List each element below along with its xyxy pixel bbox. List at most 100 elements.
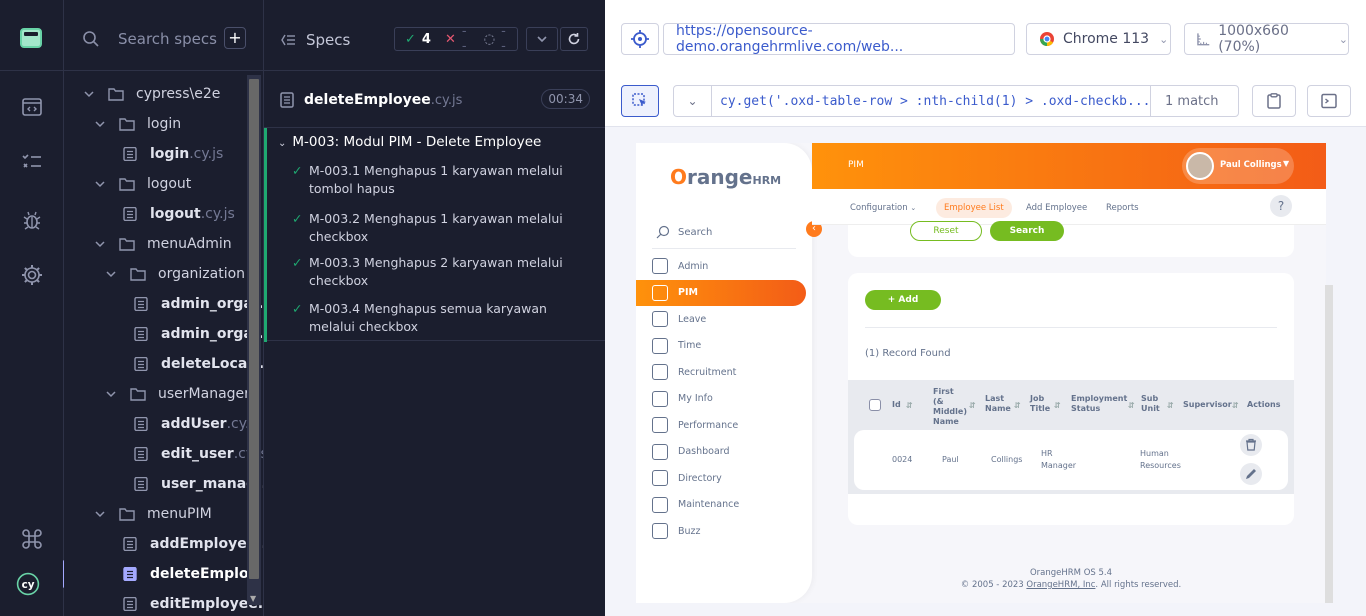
tree-folder[interactable]: cypress\e2e	[82, 79, 220, 109]
tab-employee-list[interactable]: Employee List	[936, 198, 1012, 218]
sort-icon[interactable]: ⇵	[1014, 401, 1021, 411]
settings-gear-icon[interactable]	[20, 263, 44, 287]
delete-button[interactable]	[1240, 434, 1262, 456]
copy-selector-button[interactable]	[1252, 85, 1296, 117]
tree-spec-file[interactable]: login .cy.js	[122, 139, 223, 169]
add-employee-button[interactable]: + Add	[865, 290, 941, 310]
rerun-button[interactable]	[560, 27, 588, 51]
sidebar-item-maintenance[interactable]: Maintenance	[636, 492, 806, 518]
search-button[interactable]: Search	[990, 221, 1064, 241]
header-job-title[interactable]: Job Title	[1030, 394, 1052, 414]
test-item[interactable]: ✓ M-003.1 Menghapus 1 karyawan melalui to…	[292, 162, 592, 198]
chevron-down-icon	[106, 391, 116, 398]
header-sub-unit[interactable]: Sub Unit	[1141, 394, 1163, 414]
selector-method-dropdown[interactable]: ⌄	[674, 86, 712, 116]
sort-icon[interactable]: ⇵	[1054, 401, 1061, 411]
tree-spec-file[interactable]: logout .cy.js	[122, 199, 235, 229]
sort-icon[interactable]: ⇵	[1128, 401, 1135, 411]
test-item[interactable]: ✓ M-003.3 Menghapus 2 karyawan melalui ch…	[292, 254, 592, 290]
passed-check-icon: ✓	[292, 301, 303, 316]
viewport-select[interactable]: 1000x660 (70%) ⌄	[1184, 23, 1349, 55]
tree-folder[interactable]: organization	[104, 259, 245, 289]
selector-input[interactable]: cy.get('.oxd-table-row > :nth-child(1) >…	[712, 94, 1150, 109]
sidebar-search[interactable]: Search	[652, 219, 796, 249]
table-row[interactable]: 0024 Paul Collings HR Manager Human Reso…	[854, 430, 1288, 490]
cypress-app-logo-icon[interactable]	[20, 28, 42, 48]
tree-folder[interactable]: login	[93, 109, 181, 139]
passed-check-icon: ✓	[405, 31, 416, 47]
chevron-down-icon	[537, 36, 547, 43]
tree-folder[interactable]: menuAdmin	[93, 229, 232, 259]
tab-reports[interactable]: Reports	[1098, 198, 1147, 218]
app-scrollbar[interactable]	[1325, 285, 1333, 603]
tree-spec-file[interactable]: addEmployee...	[122, 529, 263, 559]
orangehrm-link[interactable]: OrangeHRM, Inc	[1026, 580, 1095, 590]
tree-spec-file[interactable]: admin_orga...	[133, 289, 263, 319]
element-picker-button[interactable]	[621, 85, 659, 117]
suite-title[interactable]: ⌄ M-003: Modul PIM - Delete Employee	[278, 134, 541, 150]
tree-spec-file[interactable]: deleteEmploy...	[122, 559, 263, 589]
tree-scrollbar[interactable]: ▼	[247, 75, 261, 605]
tree-spec-file[interactable]: user_manag...	[133, 469, 263, 499]
test-item[interactable]: ✓ M-003.2 Menghapus 1 karyawan melalui ch…	[292, 210, 592, 246]
tab-configuration[interactable]: Configuration ⌄	[842, 198, 924, 218]
browser-select[interactable]: Chrome 113 ⌄	[1026, 23, 1171, 55]
specs-nav-icon[interactable]	[20, 95, 44, 119]
header-supervisor[interactable]: Supervisor	[1183, 400, 1232, 410]
sidebar-search-input[interactable]: Search	[678, 227, 712, 238]
scroll-down-arrow-icon[interactable]: ▼	[250, 594, 256, 603]
header-divider	[64, 70, 263, 71]
new-spec-button[interactable]: +	[224, 27, 246, 49]
failed-x-icon: ✕	[444, 31, 456, 47]
tree-spec-file[interactable]: addUser .cy.js	[133, 409, 261, 439]
sidebar-item-buzz[interactable]: Buzz	[636, 518, 806, 544]
selector-playground-target-button[interactable]	[621, 23, 659, 55]
help-button[interactable]: ?	[1270, 195, 1292, 217]
test-item[interactable]: ✓ M-003.4 Menghapus semua karyawan melalu…	[292, 300, 592, 336]
header-employment-status[interactable]: Employment Status	[1071, 394, 1127, 414]
select-all-checkbox[interactable]	[869, 399, 881, 411]
specs-toggle[interactable]: Specs	[280, 31, 350, 49]
spec-search[interactable]: Search specs	[78, 24, 248, 54]
tree-spec-file[interactable]: edit_user.cy.js	[133, 439, 263, 469]
header-id[interactable]: Id	[892, 400, 901, 410]
debug-bug-icon[interactable]	[20, 208, 44, 232]
test-suite[interactable]: ⌄ M-003: Modul PIM - Delete Employee ✓ M-0…	[264, 127, 605, 342]
header-last-name[interactable]: Last Name	[985, 394, 1011, 414]
chevron-down-icon	[95, 511, 105, 518]
folder-label: userManager	[158, 386, 250, 402]
sidebar-item-leave[interactable]: Leave	[636, 306, 806, 332]
sidebar-item-performance[interactable]: Performance	[636, 412, 806, 438]
sort-icon[interactable]: ⇵	[906, 401, 913, 411]
scrollbar-thumb[interactable]	[249, 79, 259, 579]
testing-preferences-button[interactable]	[526, 27, 558, 51]
sort-icon[interactable]: ⇵	[1232, 401, 1239, 411]
print-to-console-button[interactable]	[1307, 85, 1351, 117]
tree-folder[interactable]: logout	[93, 169, 191, 199]
tree-folder[interactable]: menuPIM	[93, 499, 212, 529]
suite-title-text: M-003: Modul PIM - Delete Employee	[292, 134, 542, 150]
keyboard-shortcuts-icon[interactable]	[20, 527, 44, 551]
cypress-logo-icon[interactable]: cy	[16, 572, 46, 602]
sort-icon[interactable]: ⇵	[1167, 401, 1174, 411]
sidebar-item-dashboard[interactable]: Dashboard	[636, 439, 806, 465]
tree-folder[interactable]: userManager	[104, 379, 250, 409]
sidebar-item-time[interactable]: Time	[636, 333, 806, 359]
reset-button[interactable]: Reset	[910, 221, 982, 241]
sidebar-item-directory[interactable]: Directory	[636, 465, 806, 491]
sort-icon[interactable]: ⇵	[969, 401, 976, 411]
sidebar-item-my-info[interactable]: My Info	[636, 386, 806, 412]
edit-button[interactable]	[1240, 463, 1262, 485]
tree-spec-file[interactable]: editEmployee...	[122, 589, 263, 616]
tab-add-employee[interactable]: Add Employee	[1018, 198, 1095, 218]
url-bar[interactable]: https://opensource-demo.orangehrmlive.co…	[663, 23, 1015, 55]
runs-nav-icon[interactable]	[20, 150, 44, 174]
sidebar-item-recruitment[interactable]: Recruitment	[636, 359, 806, 385]
sidebar-item-admin[interactable]: Admin	[636, 253, 806, 279]
header-first-name[interactable]: First (& Middle) Name	[933, 387, 967, 427]
user-dropdown[interactable]: Paul Collings ▼	[1182, 148, 1294, 184]
tree-spec-file[interactable]: admin_orga...	[133, 319, 263, 349]
search-input[interactable]: Search specs	[118, 30, 217, 48]
tree-spec-file[interactable]: deleteLocati...	[133, 349, 263, 379]
sidebar-item-pim[interactable]: PIM	[636, 279, 806, 306]
